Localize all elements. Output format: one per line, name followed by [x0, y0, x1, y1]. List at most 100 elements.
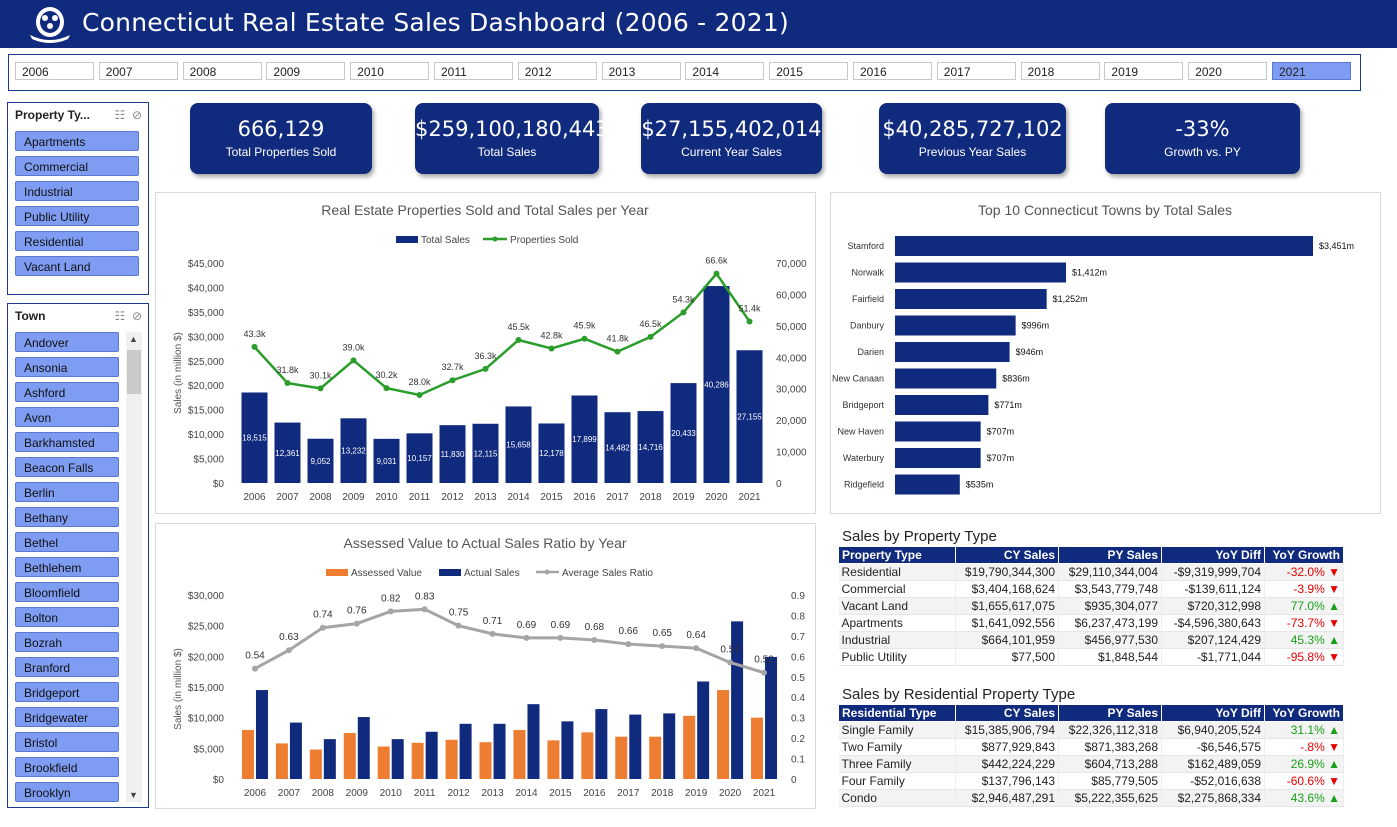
chart-title: Assessed Value to Actual Sales Ratio by … — [343, 535, 626, 551]
legend-marker — [492, 236, 498, 242]
year-button-2016[interactable]: 2016 — [853, 62, 932, 80]
bar-data-label: 9,052 — [310, 457, 331, 466]
line-data-label: 0.64 — [686, 630, 706, 641]
table-cell: $871,383,268 — [1058, 738, 1162, 756]
year-button-2014[interactable]: 2014 — [685, 62, 765, 80]
property-item[interactable]: Industrial — [15, 181, 139, 201]
legend-label: Total Sales — [421, 235, 470, 246]
town-item[interactable]: Bloomfield — [15, 582, 119, 602]
y2-tick-label: 0.9 — [791, 591, 805, 602]
year-button-2020[interactable]: 2020 — [1188, 62, 1268, 80]
bar-data-label: 12,361 — [275, 449, 300, 458]
yoy-growth-value: -.8% — [1300, 740, 1325, 754]
town-item[interactable]: Bozrah — [15, 632, 119, 652]
town-item[interactable]: Brookfield — [15, 757, 119, 777]
y-axis-label: Sales (in million $) — [173, 648, 184, 730]
top-towns-chart: Top 10 Connecticut Towns by Total Sales S… — [832, 202, 1354, 495]
y-tick-label: $0 — [213, 479, 225, 490]
town-item[interactable]: Bolton — [15, 607, 119, 627]
bar-assessed-value — [683, 715, 696, 779]
multi-select-icon[interactable]: ☷ — [115, 309, 126, 323]
bar-town-sales — [895, 368, 997, 389]
town-slicer-scrollbar[interactable]: ▲ ▼ — [126, 332, 142, 802]
point-average-sales-ratio — [591, 636, 598, 643]
top-towns-chart-panel: Top 10 Connecticut Towns by Total Sales S… — [830, 192, 1381, 514]
town-item[interactable]: Beacon Falls — [15, 457, 119, 477]
bar-assessed-value — [513, 729, 526, 779]
point-properties-sold — [350, 357, 357, 364]
table-row: Four Family $137,796,143 $85,779,505 -$52,0… — [838, 772, 1344, 790]
y-tick-label: $25,000 — [188, 357, 225, 368]
town-item[interactable]: Ashford — [15, 382, 119, 402]
bar-actual-sales — [357, 717, 370, 779]
yoy-growth-cell: -60.6% ▼ — [1264, 772, 1344, 790]
year-button-2012[interactable]: 2012 — [517, 62, 597, 80]
x-tick-label: 2012 — [447, 788, 470, 799]
x-tick-label: 2013 — [481, 788, 504, 799]
year-button-2009[interactable]: 2009 — [266, 62, 346, 80]
property-item[interactable]: Residential — [15, 231, 139, 251]
year-button-2008[interactable]: 2008 — [182, 62, 262, 80]
year-button-2019[interactable]: 2019 — [1104, 62, 1184, 80]
year-button-2006[interactable]: 2006 — [15, 62, 94, 80]
bar-assessed-value — [751, 717, 764, 779]
multi-select-icon[interactable]: ☷ — [115, 108, 126, 122]
town-item[interactable]: Bristol — [15, 732, 119, 752]
year-button-2010[interactable]: 2010 — [350, 62, 430, 80]
y-tick-label: $35,000 — [188, 308, 225, 319]
legend-label: Actual Sales — [464, 568, 520, 579]
x-tick-label: 2019 — [685, 788, 708, 799]
table-cell: $2,946,487,291 — [955, 789, 1059, 807]
kpi-value: 666,129 — [237, 117, 325, 141]
town-item[interactable]: Avon — [15, 407, 119, 427]
town-item[interactable]: Brooklyn — [15, 782, 119, 802]
town-item[interactable]: Bridgewater — [15, 707, 119, 727]
property-table-title: Sales by Property Type — [842, 528, 997, 545]
bar-data-label: 18,515 — [242, 434, 267, 443]
kpi-label: Current Year Sales — [681, 145, 782, 159]
yoy-growth-value: 45.3% — [1290, 633, 1325, 647]
year-button-2013[interactable]: 2013 — [601, 62, 681, 80]
year-button-2011[interactable]: 2011 — [434, 62, 513, 80]
bar-data-label: 10,157 — [407, 454, 432, 463]
point-properties-sold — [251, 343, 258, 350]
y-tick-label: $45,000 — [188, 259, 225, 270]
scrollbar-thumb[interactable] — [127, 350, 141, 394]
property-item[interactable]: Public Utility — [15, 206, 139, 226]
yoy-growth-cell: 43.6% ▲ — [1264, 789, 1344, 807]
bar-data-label: $707m — [987, 427, 1015, 437]
x-tick-label: 2015 — [540, 492, 563, 503]
kpi-current-year-sales: $27,155,402,014 Current Year Sales — [641, 103, 822, 174]
scroll-down-icon[interactable]: ▼ — [129, 790, 138, 800]
bar-data-label: $1,252m — [1053, 294, 1088, 304]
property-item[interactable]: Vacant Land — [15, 256, 139, 276]
town-item[interactable]: Berlin — [15, 482, 119, 502]
town-item[interactable]: Bethany — [15, 507, 119, 527]
town-item[interactable]: Andover — [15, 332, 119, 352]
bar-actual-sales — [425, 731, 438, 779]
town-item[interactable]: Barkhamsted — [15, 432, 119, 452]
property-item[interactable]: Apartments — [15, 131, 139, 151]
table-cell: $1,655,617,075 — [955, 597, 1059, 615]
legend-swatch-actual — [439, 569, 461, 576]
town-item[interactable]: Bethlehem — [15, 557, 119, 577]
town-item[interactable]: Bridgeport — [15, 682, 119, 702]
scroll-up-icon[interactable]: ▲ — [129, 334, 138, 344]
bar-actual-sales — [323, 739, 336, 779]
year-button-2021[interactable]: 2021 — [1272, 62, 1351, 80]
town-item[interactable]: Bethel — [15, 532, 119, 552]
year-button-2015[interactable]: 2015 — [769, 62, 849, 80]
bar-town-sales — [895, 342, 1010, 362]
bar-data-label: $836m — [1002, 374, 1030, 384]
table-cell: Apartments — [838, 614, 956, 632]
town-item[interactable]: Ansonia — [15, 357, 119, 377]
town-item[interactable]: Branford — [15, 657, 119, 677]
town-label: Norwalk — [851, 268, 884, 278]
year-button-2007[interactable]: 2007 — [98, 62, 178, 80]
clear-filter-icon[interactable]: ⊘ — [132, 108, 142, 122]
y-tick-label: $15,000 — [188, 406, 225, 417]
year-button-2018[interactable]: 2018 — [1020, 62, 1100, 80]
clear-filter-icon[interactable]: ⊘ — [132, 309, 142, 323]
year-button-2017[interactable]: 2017 — [936, 62, 1016, 80]
property-item[interactable]: Commercial — [15, 156, 139, 176]
